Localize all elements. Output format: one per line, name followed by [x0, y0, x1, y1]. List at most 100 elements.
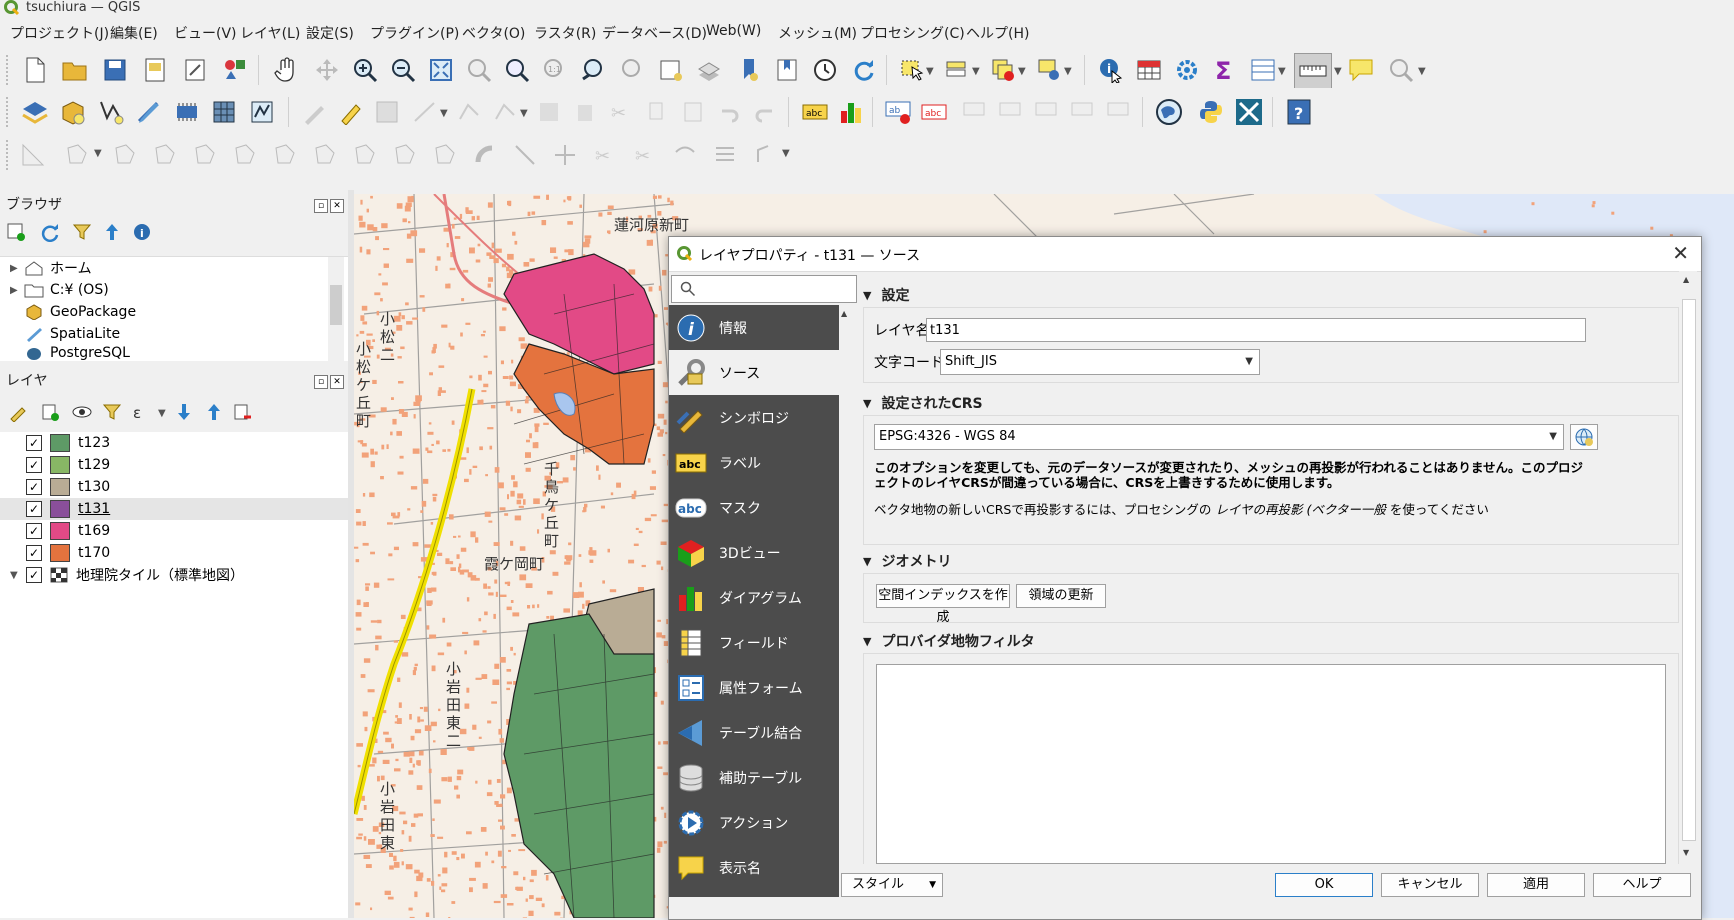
filter-browser-icon[interactable]: [70, 220, 94, 244]
collapse-all-layers-icon[interactable]: [202, 400, 226, 424]
content-scrollbar[interactable]: ▲ ▼: [1679, 271, 1697, 863]
encoding-select[interactable]: Shift_JIS▼: [940, 349, 1260, 375]
zoom-full-icon[interactable]: [426, 55, 456, 85]
merge-features-icon[interactable]: [430, 140, 460, 170]
add-raster-icon[interactable]: [210, 97, 240, 127]
quickmapservices-icon[interactable]: [1154, 97, 1184, 127]
new-project-icon[interactable]: [20, 55, 50, 85]
show-bookmarks-icon[interactable]: [772, 55, 802, 85]
pan-map-icon[interactable]: [272, 55, 302, 85]
collapse-all-icon[interactable]: [100, 220, 124, 244]
new-shapefile-layer-icon[interactable]: [96, 97, 126, 127]
browser-scrollbar[interactable]: [328, 257, 344, 361]
menu-web[interactable]: Web(W): [706, 23, 761, 39]
nav-item-display[interactable]: 表示名: [669, 845, 839, 890]
vertex-tool-all-layers-icon[interactable]: [490, 97, 520, 127]
select-by-value-icon[interactable]: [942, 55, 972, 85]
layer-visibility-checkbox[interactable]: ✓: [26, 523, 42, 539]
provider-filter-textarea[interactable]: [876, 664, 1666, 864]
nav-item-information[interactable]: i情報: [669, 305, 839, 350]
split-features-icon[interactable]: [350, 140, 380, 170]
collapse-arrow-icon[interactable]: ▼: [863, 289, 871, 302]
rotate-point-symbols-icon[interactable]: [510, 140, 540, 170]
nav-scrollbar[interactable]: ▲ ▼: [839, 305, 855, 897]
save-project-icon[interactable]: [100, 55, 130, 85]
new-bookmark-icon[interactable]: [734, 55, 764, 85]
menu-database[interactable]: データベース(D): [602, 23, 707, 43]
add-line-feature-icon[interactable]: [410, 97, 440, 127]
identify-features-icon[interactable]: i: [1096, 55, 1126, 85]
select-features-icon[interactable]: [898, 55, 928, 85]
new-temporary-layer-icon[interactable]: [134, 97, 164, 127]
reverse-line-icon[interactable]: [670, 140, 700, 170]
change-label-icon[interactable]: [1068, 97, 1098, 127]
advanced-digitizing-icon[interactable]: [18, 140, 48, 170]
browser-item-drive[interactable]: ▶C:¥ (OS): [10, 279, 109, 301]
new-virtual-layer-icon[interactable]: [172, 97, 202, 127]
new-print-layout-icon[interactable]: [140, 55, 170, 85]
split-parts-icon[interactable]: [390, 140, 420, 170]
cancel-button[interactable]: キャンセル: [1381, 873, 1479, 897]
zoom-next-icon[interactable]: [616, 55, 646, 85]
redo-icon[interactable]: [750, 97, 780, 127]
layer-item-t170[interactable]: ✓t170: [26, 542, 110, 564]
nav-item-joins[interactable]: テーブル結合: [669, 710, 839, 755]
zoom-last-icon[interactable]: [578, 55, 608, 85]
section-crs-header[interactable]: ▼設定されたCRS: [863, 393, 983, 413]
menu-processing[interactable]: プロセシング(C): [860, 23, 965, 43]
layer-visibility-checkbox[interactable]: ✓: [26, 479, 42, 495]
layer-item-t130[interactable]: ✓t130: [26, 476, 110, 498]
remove-layer-icon[interactable]: [230, 400, 254, 424]
ok-button[interactable]: OK: [1275, 873, 1373, 897]
zoom-out-icon[interactable]: [388, 55, 418, 85]
locate-icon[interactable]: [1386, 55, 1416, 85]
style-menu-button[interactable]: スタイル▼: [841, 873, 943, 897]
layer-item-gsi-tiles[interactable]: ▼✓地理院タイル（標準地図）: [10, 564, 244, 586]
measure-line-icon[interactable]: [1294, 53, 1332, 89]
apply-button[interactable]: 適用: [1487, 873, 1585, 897]
layer-styling-icon[interactable]: [6, 400, 30, 424]
new-map-view-icon[interactable]: [656, 55, 686, 85]
style-manager-icon[interactable]: [220, 55, 250, 85]
layer-diagram-options-icon[interactable]: [836, 97, 866, 127]
close-icon[interactable]: ✕: [1672, 241, 1689, 265]
new-geopackage-layer-icon[interactable]: [58, 97, 88, 127]
panel-window-buttons[interactable]: ▫✕: [314, 372, 346, 386]
menu-raster[interactable]: ラスタ(R): [534, 23, 596, 43]
create-spatial-index-button[interactable]: 空間インデックスを作成: [876, 584, 1010, 608]
add-group-icon[interactable]: [38, 400, 62, 424]
section-settings-header[interactable]: ▼設定: [863, 285, 909, 305]
add-ring-icon[interactable]: [62, 140, 92, 170]
offset-curve-icon[interactable]: [310, 140, 340, 170]
data-source-manager-icon[interactable]: [20, 97, 50, 127]
cut-features-icon[interactable]: ✂: [606, 97, 636, 127]
merge-attributes-icon[interactable]: [470, 140, 500, 170]
zoom-to-layer-icon[interactable]: [502, 55, 532, 85]
menu-settings[interactable]: 設定(S): [306, 23, 354, 43]
copy-features-icon[interactable]: [642, 97, 672, 127]
crs-select[interactable]: EPSG:4326 - WGS 84▼: [874, 424, 1564, 450]
statistical-summary-icon[interactable]: Σ: [1210, 55, 1240, 85]
new-3d-map-view-icon[interactable]: [694, 55, 724, 85]
layer-visibility-checkbox[interactable]: ✓: [26, 501, 42, 517]
layer-visibility-checkbox[interactable]: ✓: [26, 435, 42, 451]
paste-features-icon[interactable]: [678, 97, 708, 127]
python-console-icon[interactable]: [1196, 97, 1226, 127]
layer-name-field[interactable]: t131: [926, 318, 1586, 342]
zoom-in-icon[interactable]: [350, 55, 380, 85]
processing-toolbox-icon[interactable]: [1172, 55, 1202, 85]
menu-edit[interactable]: 編集(E): [110, 23, 158, 43]
help-button[interactable]: ヘルプ: [1593, 873, 1691, 897]
offset-point-symbols-icon[interactable]: [550, 140, 580, 170]
align-icon[interactable]: [710, 140, 740, 170]
nav-item-3d-view[interactable]: 3Dビュー: [669, 530, 839, 575]
menu-vector[interactable]: ベクタ(O): [462, 23, 525, 43]
current-edits-icon[interactable]: [300, 97, 330, 127]
filter-legend-icon[interactable]: [100, 400, 124, 424]
refresh-icon[interactable]: [848, 55, 878, 85]
update-extents-button[interactable]: 領域の更新: [1016, 584, 1106, 608]
fill-ring-icon[interactable]: [150, 140, 180, 170]
pin-unpin-labels-icon[interactable]: abc: [920, 97, 950, 127]
help-contents-icon[interactable]: ?: [1284, 97, 1314, 127]
modify-attributes-icon[interactable]: [534, 97, 564, 127]
